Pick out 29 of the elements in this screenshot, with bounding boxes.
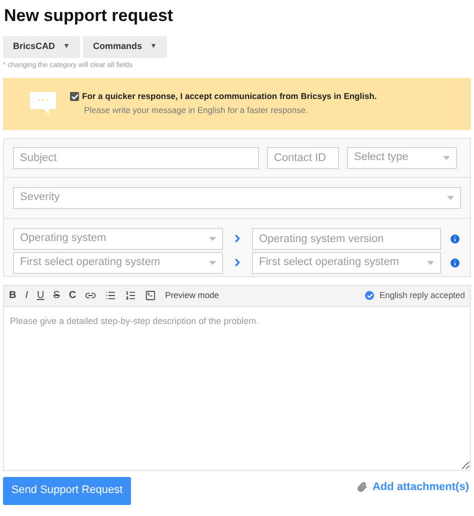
input-field[interactable]: Contact ID xyxy=(267,146,339,168)
english-checkbox[interactable] xyxy=(70,92,79,102)
paperclip-icon xyxy=(357,482,368,492)
caret-icon xyxy=(427,260,434,264)
bullet-list-icon[interactable] xyxy=(105,290,116,301)
link-icon[interactable] xyxy=(85,290,96,301)
page-title: New support request xyxy=(3,5,174,27)
check-icon xyxy=(70,92,78,101)
input-field[interactable]: Operating system version xyxy=(252,228,441,250)
info-icon[interactable] xyxy=(449,256,461,268)
format-button[interactable]: S xyxy=(53,288,60,303)
caret-icon xyxy=(447,196,454,200)
caret-icon xyxy=(209,236,216,240)
format-button[interactable]: U xyxy=(37,288,44,303)
chat-bubble-icon xyxy=(30,92,56,116)
caret-icon xyxy=(209,260,216,264)
input-field[interactable]: Subject xyxy=(13,146,259,168)
caret-icon xyxy=(443,156,450,160)
numbered-list-icon[interactable] xyxy=(125,290,136,301)
info-icon[interactable] xyxy=(449,232,461,244)
description-field[interactable]: Please give a detailed step-by-step description of the problem. xyxy=(3,306,471,470)
terminal-icon[interactable] xyxy=(145,290,156,301)
format-button[interactable]: B xyxy=(9,288,16,303)
format-button[interactable]: C xyxy=(68,288,76,303)
banner-hint: Please write your message in English for a faster response. xyxy=(84,104,309,117)
checkbox-label: For a quicker response, I accept communication from Bricsys in English. xyxy=(82,90,377,103)
preview-mode-button[interactable]: Preview mode xyxy=(165,289,220,302)
format-button[interactable]: I xyxy=(25,288,28,303)
english-status: English reply accepted xyxy=(379,289,465,302)
